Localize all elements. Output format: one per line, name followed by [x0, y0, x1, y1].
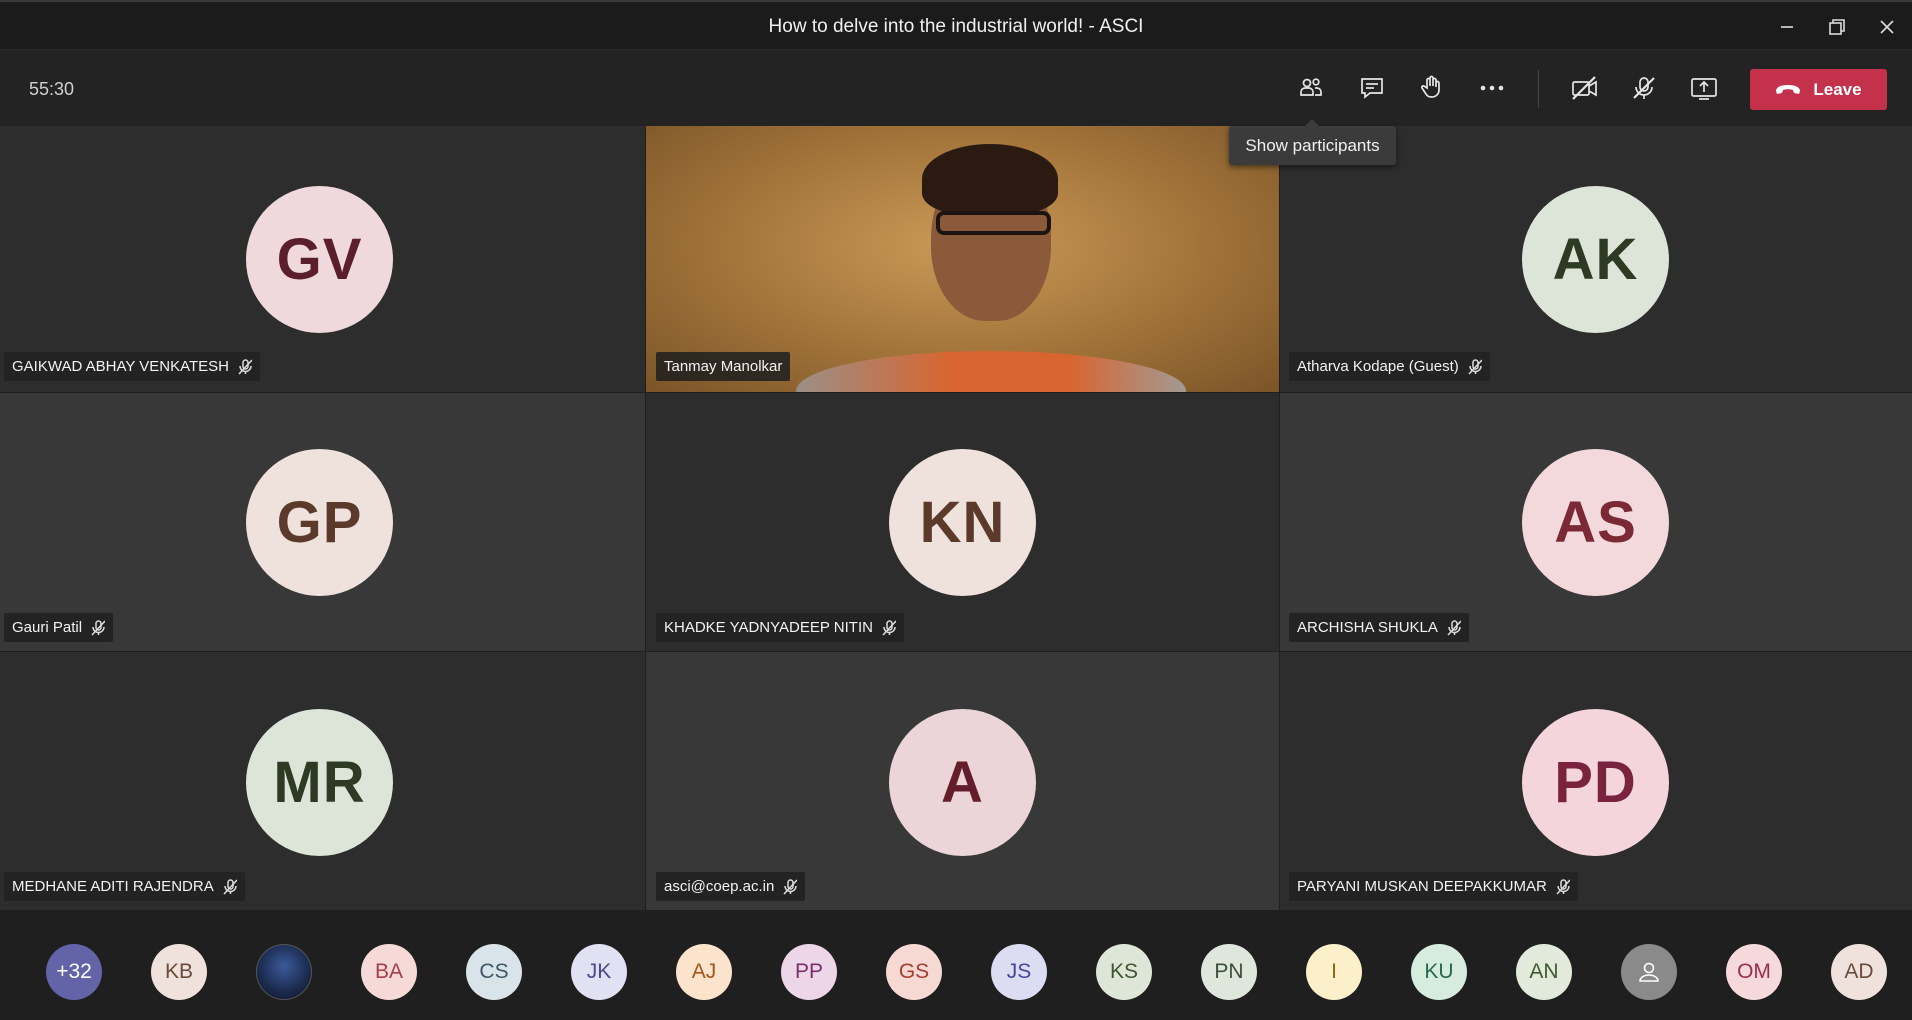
avatar: A [889, 709, 1036, 856]
participant-video-tile[interactable]: Tanmay Manolkar [646, 126, 1279, 392]
participant-name: ARCHISHA SHUKLA [1297, 619, 1438, 636]
participant-tile[interactable]: MR MEDHANE ADITI RAJENDRA [0, 652, 645, 910]
mic-off-icon [1447, 619, 1461, 636]
restore-icon [1829, 19, 1845, 35]
avatar: AK [1522, 186, 1669, 333]
video-feed-body [796, 351, 1186, 392]
mic-off-icon [91, 619, 106, 636]
participant-name: KHADKE YADNYADEEP NITIN [664, 619, 873, 636]
meeting-toolbar: 55:30 Leave [0, 50, 1912, 126]
participant-name: asci@coep.ac.in [664, 878, 775, 895]
raise-hand-button[interactable] [1412, 68, 1452, 108]
mic-off-icon [783, 878, 798, 895]
person-icon [1639, 962, 1659, 982]
avatar: KN [889, 449, 1036, 596]
close-icon [1880, 20, 1894, 34]
participant-tile[interactable]: AS ARCHISHA SHUKLA [1280, 393, 1912, 651]
roster-avatar[interactable]: PP [781, 944, 837, 1000]
restore-button[interactable] [1822, 12, 1852, 42]
mic-off-icon [1633, 77, 1655, 99]
more-actions-button[interactable] [1472, 68, 1512, 108]
roster-avatar[interactable]: JK [571, 944, 627, 1000]
roster-avatar[interactable]: I [1306, 944, 1362, 1000]
roster-avatar[interactable]: OM [1726, 944, 1782, 1000]
video-feed-hair [922, 144, 1058, 214]
participant-name: Tanmay Manolkar [664, 358, 783, 375]
leave-button[interactable]: Leave [1750, 69, 1887, 110]
avatar: PD [1522, 709, 1669, 856]
participant-name-tag: MEDHANE ADITI RAJENDRA [4, 872, 245, 901]
mic-off-icon [1556, 878, 1570, 895]
camera-toggle-button[interactable] [1565, 68, 1605, 108]
mic-off-icon [1468, 358, 1482, 375]
participant-tile[interactable]: GV GAIKWAD ABHAY VENKATESH [0, 126, 645, 392]
more-participants-avatar[interactable]: +32 [46, 944, 102, 1000]
window-title: How to delve into the industrial world! … [768, 16, 1144, 37]
participant-roster-strip: +32 KB BA CS JK AJ PP GS JS KS PN I KU AN OM AD [0, 912, 1912, 1020]
roster-avatar[interactable]: KB [151, 944, 207, 1000]
participant-tile[interactable]: A asci@coep.ac.in [646, 652, 1279, 910]
participant-tile[interactable]: GP Gauri Patil [0, 393, 645, 651]
show-participants-tooltip: Show participants [1229, 119, 1396, 165]
mic-toggle-button[interactable] [1624, 68, 1664, 108]
participant-name-tag: Atharva Kodape (Guest) [1289, 352, 1490, 381]
roster-avatar[interactable]: PN [1201, 944, 1257, 1000]
participant-name: Atharva Kodape (Guest) [1297, 358, 1459, 375]
avatar: MR [246, 709, 393, 856]
roster-avatar[interactable]: AN [1516, 944, 1572, 1000]
roster-photo-avatar[interactable] [256, 944, 312, 1000]
camera-off-icon [1572, 76, 1597, 100]
participant-name: PARYANI MUSKAN DEEPAKKUMAR [1297, 878, 1547, 895]
toolbar-divider [1538, 70, 1539, 108]
participant-tile[interactable]: KN KHADKE YADNYADEEP NITIN [646, 393, 1279, 651]
share-content-button[interactable] [1684, 68, 1724, 108]
participant-name: GAIKWAD ABHAY VENKATESH [12, 358, 230, 375]
avatar: AS [1522, 449, 1669, 596]
roster-avatar[interactable]: AD [1831, 944, 1887, 1000]
roster-avatar[interactable]: GS [886, 944, 942, 1000]
participant-tile[interactable]: PD PARYANI MUSKAN DEEPAKKUMAR [1280, 652, 1912, 910]
participants-icon [1300, 78, 1322, 96]
participant-name-tag: KHADKE YADNYADEEP NITIN [656, 613, 904, 642]
more-icon [1480, 85, 1504, 91]
meeting-timer: 55:30 [29, 79, 75, 99]
participant-name-tag: Gauri Patil [4, 613, 114, 642]
show-conversation-button[interactable] [1352, 68, 1392, 108]
show-participants-button[interactable] [1291, 68, 1331, 108]
minimize-icon [1781, 26, 1793, 28]
roster-avatar[interactable]: BA [361, 944, 417, 1000]
mic-off-icon [882, 619, 896, 636]
video-feed-glasses [936, 211, 1051, 235]
roster-avatar[interactable]: KU [1411, 944, 1467, 1000]
leave-label: Leave [1813, 79, 1862, 99]
chat-icon [1361, 78, 1383, 99]
phone-hangup-icon [1776, 84, 1801, 94]
participant-tile[interactable]: AK Atharva Kodape (Guest) [1280, 126, 1912, 392]
minimize-button[interactable] [1772, 12, 1802, 42]
raise-hand-icon [1421, 75, 1440, 98]
roster-generic-avatar[interactable] [1621, 944, 1677, 1000]
close-window-button[interactable] [1872, 12, 1902, 42]
roster-avatar[interactable]: KS [1096, 944, 1152, 1000]
mic-off-icon [238, 358, 253, 375]
mic-off-icon [223, 878, 237, 895]
participant-name-tag: GAIKWAD ABHAY VENKATESH [4, 352, 261, 381]
roster-avatar[interactable]: AJ [676, 944, 732, 1000]
participant-name-tag: PARYANI MUSKAN DEEPAKKUMAR [1289, 872, 1578, 901]
avatar: GV [246, 186, 393, 333]
roster-avatar[interactable]: JS [991, 944, 1047, 1000]
title-bar: How to delve into the industrial world! … [0, 0, 1912, 50]
participant-name: Gauri Patil [12, 619, 83, 636]
participant-name-tag: asci@coep.ac.in [656, 872, 806, 901]
roster-avatar[interactable]: CS [466, 944, 522, 1000]
share-screen-icon [1691, 78, 1717, 100]
participant-name: MEDHANE ADITI RAJENDRA [12, 878, 214, 895]
participant-name-tag: ARCHISHA SHUKLA [1289, 613, 1469, 642]
participant-name-tag: Tanmay Manolkar [656, 352, 791, 381]
avatar: GP [246, 449, 393, 596]
